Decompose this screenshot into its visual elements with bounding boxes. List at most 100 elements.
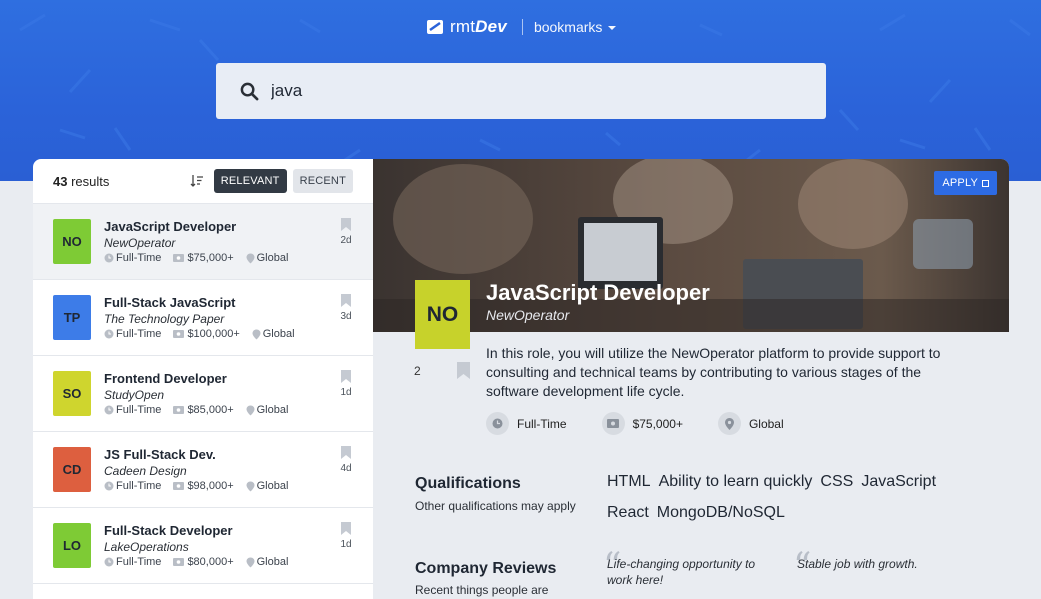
job-list-item[interactable]: NO JavaScript Developer NewOperator Full…: [33, 204, 373, 280]
money-icon: [173, 405, 185, 414]
company-name: NewOperator: [486, 307, 570, 323]
job-list-item[interactable]: TP Full-Stack JavaScript The Technology …: [33, 280, 373, 356]
job-meta: Full-Time $75,000+ Global: [104, 252, 373, 264]
bookmark-icon[interactable]: [341, 370, 351, 383]
clock-icon: [486, 412, 509, 435]
clock-icon: [104, 557, 114, 567]
company-badge: LO: [53, 523, 91, 568]
logo-icon: [427, 20, 443, 34]
job-info: JS Full-Stack Dev. Cadeen Design Full-Ti…: [104, 447, 373, 492]
qualification-tag: MongoDB/NoSQL: [656, 504, 785, 521]
job-side: 3d: [339, 294, 353, 322]
job-salary: $75,000+: [601, 412, 683, 435]
location-icon: [246, 405, 255, 415]
job-title: Full-Stack JavaScript: [104, 295, 236, 310]
external-link-icon: [982, 179, 989, 187]
money-icon: [173, 253, 185, 262]
company-badge: CD: [53, 447, 91, 492]
job-age: 1d: [340, 387, 352, 398]
job-list-item[interactable]: LO Full-Stack Developer LakeOperations F…: [33, 508, 373, 584]
job-meta: Full-Time $80,000+ Global: [104, 556, 373, 568]
location-icon: [252, 329, 261, 339]
company-badge: SO: [53, 371, 91, 416]
bookmark-icon[interactable]: [341, 218, 351, 231]
job-age: 2d: [340, 235, 352, 246]
search-bar[interactable]: [216, 63, 826, 119]
bookmarks-button[interactable]: bookmarks: [533, 19, 617, 35]
money-icon: [601, 412, 625, 435]
job-meta: Full-Time $75,000+ Global: [486, 412, 819, 435]
clock-icon: [104, 253, 114, 263]
job-age: 1d: [340, 539, 352, 550]
job-title: Full-Stack Developer: [104, 523, 233, 538]
job-location-label: Global: [262, 328, 295, 340]
job-title: JavaScript Developer: [104, 219, 237, 234]
job-location-label: Global: [748, 416, 784, 431]
reviews-title: Company Reviews: [415, 560, 557, 577]
results-sidebar: 43 results RELEVANT RECENT NO JavaScript…: [33, 159, 373, 599]
job-salary: $100,000+: [173, 328, 240, 340]
location-icon: [246, 557, 255, 567]
sort-recent-button[interactable]: RECENT: [292, 169, 353, 193]
company-badge: NO: [415, 280, 470, 349]
money-icon: [173, 557, 185, 566]
job-location-label: Global: [256, 480, 289, 492]
job-info: Full-Stack Developer LakeOperations Full…: [104, 523, 373, 568]
job-salary: $98,000+: [173, 480, 234, 492]
sort-icon[interactable]: [190, 174, 204, 188]
job-age: 3d: [340, 311, 352, 322]
bookmark-icon[interactable]: [457, 362, 470, 379]
clock-icon: [104, 405, 114, 415]
bookmark-icon[interactable]: [341, 446, 351, 459]
job-detail-panel: APPLY NO JavaScript Developer NewOperato…: [373, 159, 1009, 599]
apply-button[interactable]: APPLY: [934, 171, 997, 195]
job-location: Global: [246, 404, 288, 416]
job-type: Full-Time: [104, 556, 161, 568]
logo-divider: [521, 19, 523, 35]
results-count: 43 results: [53, 173, 110, 189]
brand-logo[interactable]: rmtDev bookmarks: [426, 17, 617, 37]
job-location: Global: [246, 252, 288, 264]
company-name: NewOperator: [104, 236, 176, 250]
company-name: LakeOperations: [104, 540, 189, 554]
review-item: Life-changing opportunity to work here!: [607, 557, 756, 587]
company-name: StudyOpen: [104, 388, 165, 402]
job-type-label: Full-Time: [116, 556, 162, 568]
job-info: Frontend Developer StudyOpen Full-Time $…: [104, 371, 373, 416]
job-salary-label: $75,000+: [187, 252, 234, 264]
review-item: Stable job with growth.: [797, 557, 918, 571]
job-salary-label: $85,000+: [187, 404, 234, 416]
bookmarks-label: bookmarks: [533, 19, 603, 35]
apply-label: APPLY: [942, 177, 978, 189]
qualifications-subtitle: Other qualifications may apply: [415, 499, 576, 513]
job-location-label: Global: [256, 556, 289, 568]
job-title: JavaScript Developer: [486, 280, 710, 305]
bookmark-icon[interactable]: [341, 294, 351, 307]
job-description: In this role, you will utilize the NewOp…: [486, 345, 941, 399]
results-toolbar: 43 results RELEVANT RECENT: [33, 159, 373, 204]
sort-relevant-button[interactable]: RELEVANT: [213, 169, 287, 193]
job-meta: Full-Time $100,000+ Global: [104, 328, 373, 340]
job-type-label: Full-Time: [116, 404, 162, 416]
job-type-label: Full-Time: [116, 328, 162, 340]
job-salary: $75,000+: [173, 252, 234, 264]
bookmark-icon[interactable]: [341, 522, 351, 535]
job-info: Full-Stack JavaScript The Technology Pap…: [104, 295, 373, 340]
job-title: JS Full-Stack Dev.: [104, 447, 216, 462]
job-side: 1d: [339, 370, 353, 398]
search-input[interactable]: [271, 81, 791, 101]
qualification-tag: JavaScript: [861, 473, 937, 490]
job-list-item[interactable]: SO Frontend Developer StudyOpen Full-Tim…: [33, 356, 373, 432]
job-title: Frontend Developer: [104, 371, 227, 386]
job-meta: Full-Time $85,000+ Global: [104, 404, 373, 416]
job-type: Full-Time: [486, 412, 567, 435]
brand-name: rmtDev: [450, 17, 507, 36]
qualifications-list: HTML Ability to learn quickly CSS JavaScrip…: [607, 472, 967, 534]
location-icon: [246, 481, 255, 491]
chevron-down-icon: [608, 26, 617, 30]
company-name: Cadeen Design: [104, 464, 187, 478]
job-list: NO JavaScript Developer NewOperator Full…: [33, 204, 373, 584]
job-list-item[interactable]: CD JS Full-Stack Dev. Cadeen Design Full…: [33, 432, 373, 508]
job-location: Global: [246, 556, 289, 568]
job-location: Global: [717, 412, 784, 435]
